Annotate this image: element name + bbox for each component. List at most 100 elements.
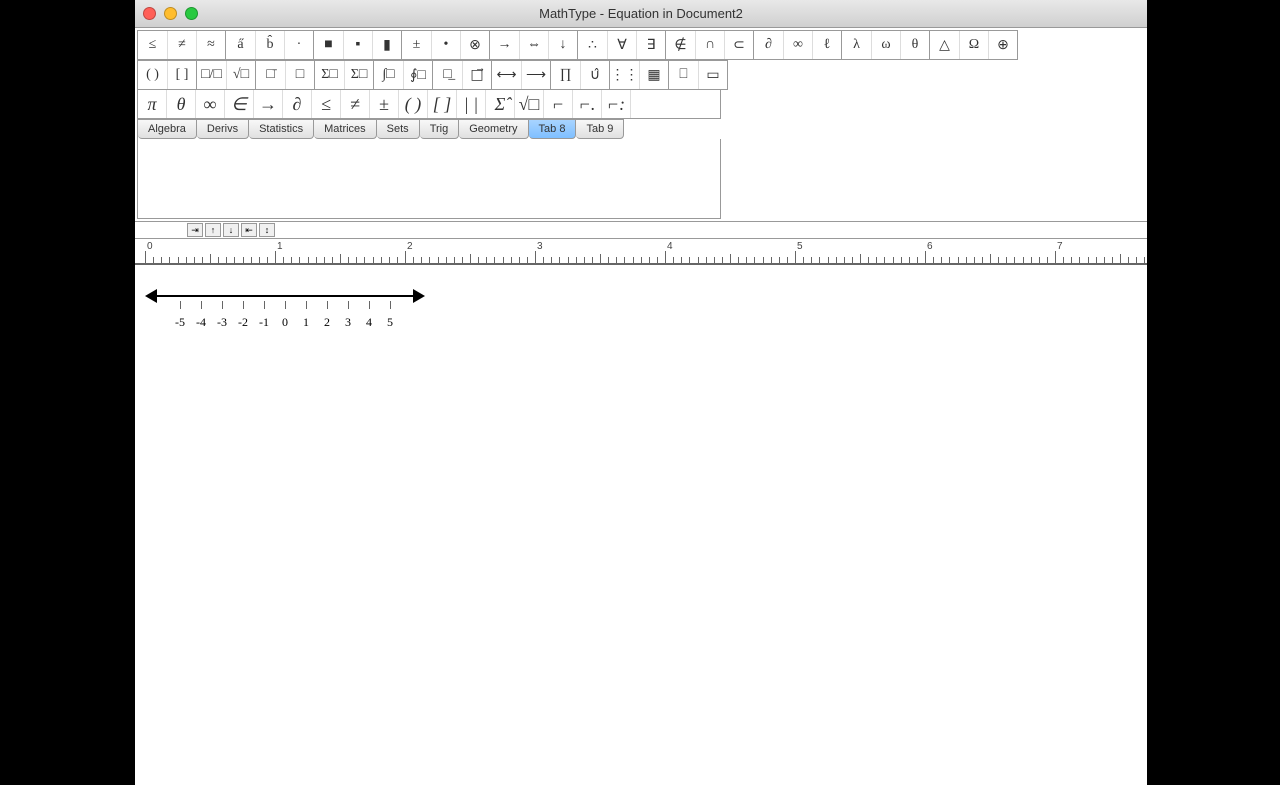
symbol-palette-button[interactable]: ∉ — [666, 31, 695, 59]
template-palette-button[interactable]: ∮□ — [403, 61, 432, 89]
quick-symbol-button[interactable]: ⌐ — [544, 90, 573, 118]
symbol-palette-button[interactable]: θ — [900, 31, 929, 59]
template-palette-button[interactable]: ▦ — [639, 61, 668, 89]
symbol-palette-button[interactable]: → — [490, 31, 519, 59]
symbol-palette-button[interactable]: ↓ — [548, 31, 577, 59]
template-palette-button[interactable]: ∫□ — [374, 61, 403, 89]
quick-symbol-button[interactable]: ∞ — [196, 90, 225, 118]
template-palette-button[interactable]: □⃗ — [462, 61, 491, 89]
symbol-palette-button[interactable]: ≈ — [196, 31, 225, 59]
tab-algebra[interactable]: Algebra — [138, 119, 197, 139]
ruler-number: 5 — [797, 241, 803, 252]
symbol-palette-button[interactable]: ⊕ — [988, 31, 1017, 59]
quick-symbol-button[interactable]: π — [138, 90, 167, 118]
tab-row: AlgebraDerivsStatisticsMatricesSetsTrigG… — [137, 119, 721, 139]
numberline-label: -3 — [217, 315, 227, 330]
template-palette-button[interactable]: [ ] — [167, 61, 196, 89]
document-area[interactable]: -5-4-3-2-1012345 — [135, 265, 1147, 785]
symbol-palette-button[interactable]: a̋ — [226, 31, 255, 59]
template-palette-button[interactable]: □/□ — [197, 61, 226, 89]
numberline-graphic: -5-4-3-2-1012345 — [145, 285, 425, 335]
symbol-palette-button[interactable]: ω — [871, 31, 900, 59]
tab-tab-9[interactable]: Tab 9 — [576, 119, 624, 139]
tab-statistics[interactable]: Statistics — [249, 119, 314, 139]
template-palette-button[interactable]: ∏ — [551, 61, 580, 89]
symbol-palette-button[interactable]: ⊗ — [460, 31, 489, 59]
tab-trig[interactable]: Trig — [420, 119, 460, 139]
template-palette-button[interactable]: ⟷ — [492, 61, 521, 89]
ruler-control-button[interactable]: ⇥ — [187, 223, 203, 237]
symbol-palette-button[interactable]: λ — [842, 31, 871, 59]
template-palette-button[interactable]: □ — [285, 61, 314, 89]
quick-symbol-button[interactable]: ± — [370, 90, 399, 118]
ruler-control-button[interactable]: ↕ — [259, 223, 275, 237]
quick-symbol-button[interactable]: ( ) — [399, 90, 428, 118]
tab-tab-8[interactable]: Tab 8 — [529, 119, 577, 139]
template-palette-button[interactable]: √□ — [226, 61, 255, 89]
symbol-palette-button[interactable]: ⇔ — [519, 31, 548, 59]
quick-symbol-button[interactable]: ∈ — [225, 90, 254, 118]
template-palette-button[interactable]: Σ□ — [315, 61, 344, 89]
symbol-palette-button[interactable]: ∴ — [578, 31, 607, 59]
symbol-palette-button[interactable]: ∀ — [607, 31, 636, 59]
template-palette-button[interactable]: ⋮⋮ — [610, 61, 639, 89]
quick-symbol-button[interactable]: Σ̂ — [486, 90, 515, 118]
symbol-palette-button[interactable]: • — [431, 31, 460, 59]
close-icon[interactable] — [143, 7, 156, 20]
template-palette-button[interactable]: ▭ — [698, 61, 727, 89]
quick-symbol-button[interactable]: √□ — [515, 90, 544, 118]
symbol-palette-button[interactable]: ℓ — [812, 31, 841, 59]
quick-symbol-button[interactable]: ⌐: — [602, 90, 631, 118]
quick-symbol-button[interactable]: [ ] — [428, 90, 457, 118]
numberline-label: -1 — [259, 315, 269, 330]
ruler-control-button[interactable]: ↓ — [223, 223, 239, 237]
symbol-palette-button[interactable]: ≠ — [167, 31, 196, 59]
minimize-icon[interactable] — [164, 7, 177, 20]
quick-symbol-button[interactable]: | | — [457, 90, 486, 118]
tab-content — [137, 139, 721, 219]
ruler-number: 3 — [537, 241, 543, 252]
maximize-icon[interactable] — [185, 7, 198, 20]
numberline-label: 1 — [303, 315, 309, 330]
ruler[interactable]: 012345678 — [135, 239, 1147, 265]
symbol-palette-button[interactable]: ■ — [314, 31, 343, 59]
tab-sets[interactable]: Sets — [377, 119, 420, 139]
template-palette-button[interactable]: ( ) — [138, 61, 167, 89]
symbol-palette-button[interactable]: ⊂ — [724, 31, 753, 59]
ruler-control-button[interactable]: ↑ — [205, 223, 221, 237]
ruler-control-button[interactable]: ⇤ — [241, 223, 257, 237]
quick-symbol-button[interactable]: ≤ — [312, 90, 341, 118]
tab-geometry[interactable]: Geometry — [459, 119, 528, 139]
symbol-palette-button[interactable]: · — [284, 31, 313, 59]
symbol-palette-button[interactable]: Ω — [959, 31, 988, 59]
tab-matrices[interactable]: Matrices — [314, 119, 377, 139]
symbol-palette-button[interactable]: b̂ — [255, 31, 284, 59]
titlebar: MathType - Equation in Document2 — [135, 0, 1147, 28]
numberline-label: 5 — [387, 315, 393, 330]
template-palette-button[interactable]: ⟶ — [521, 61, 550, 89]
symbol-palette-button[interactable]: ∩ — [695, 31, 724, 59]
quick-symbol-button[interactable]: ⌐. — [573, 90, 602, 118]
symbol-palette-button[interactable]: ▪ — [343, 31, 372, 59]
template-palette-button[interactable]: □̲ — [433, 61, 462, 89]
numberline-label: -2 — [238, 315, 248, 330]
symbol-palette-button[interactable]: ∃ — [636, 31, 665, 59]
quick-symbol-button[interactable]: θ — [167, 90, 196, 118]
symbol-palette-button[interactable]: △ — [930, 31, 959, 59]
ruler-number: 1 — [277, 241, 283, 252]
tab-derivs[interactable]: Derivs — [197, 119, 249, 139]
template-palette-button[interactable]: □̄ — [256, 61, 285, 89]
quick-symbol-button[interactable]: ≠ — [341, 90, 370, 118]
template-palette-button[interactable]: Σ□ — [344, 61, 373, 89]
symbol-palette-button[interactable]: ≤ — [138, 31, 167, 59]
template-palette-button[interactable]: ⎕ — [669, 61, 698, 89]
numberline-label: -5 — [175, 315, 185, 330]
symbol-palette-button[interactable]: ∞ — [783, 31, 812, 59]
symbol-palette-button[interactable]: ± — [402, 31, 431, 59]
symbol-palette-button[interactable]: ∂ — [754, 31, 783, 59]
quick-symbol-button[interactable]: ∂ — [283, 90, 312, 118]
toolbar: ≤≠≈a̋b̂·■▪▮±•⊗→⇔↓∴∀∃∉∩⊂∂∞ℓλωθ△Ω⊕ ( )[ ]□… — [135, 28, 721, 221]
quick-symbol-button[interactable]: → — [254, 90, 283, 118]
symbol-palette-button[interactable]: ▮ — [372, 31, 401, 59]
template-palette-button[interactable]: ∪̂ — [580, 61, 609, 89]
